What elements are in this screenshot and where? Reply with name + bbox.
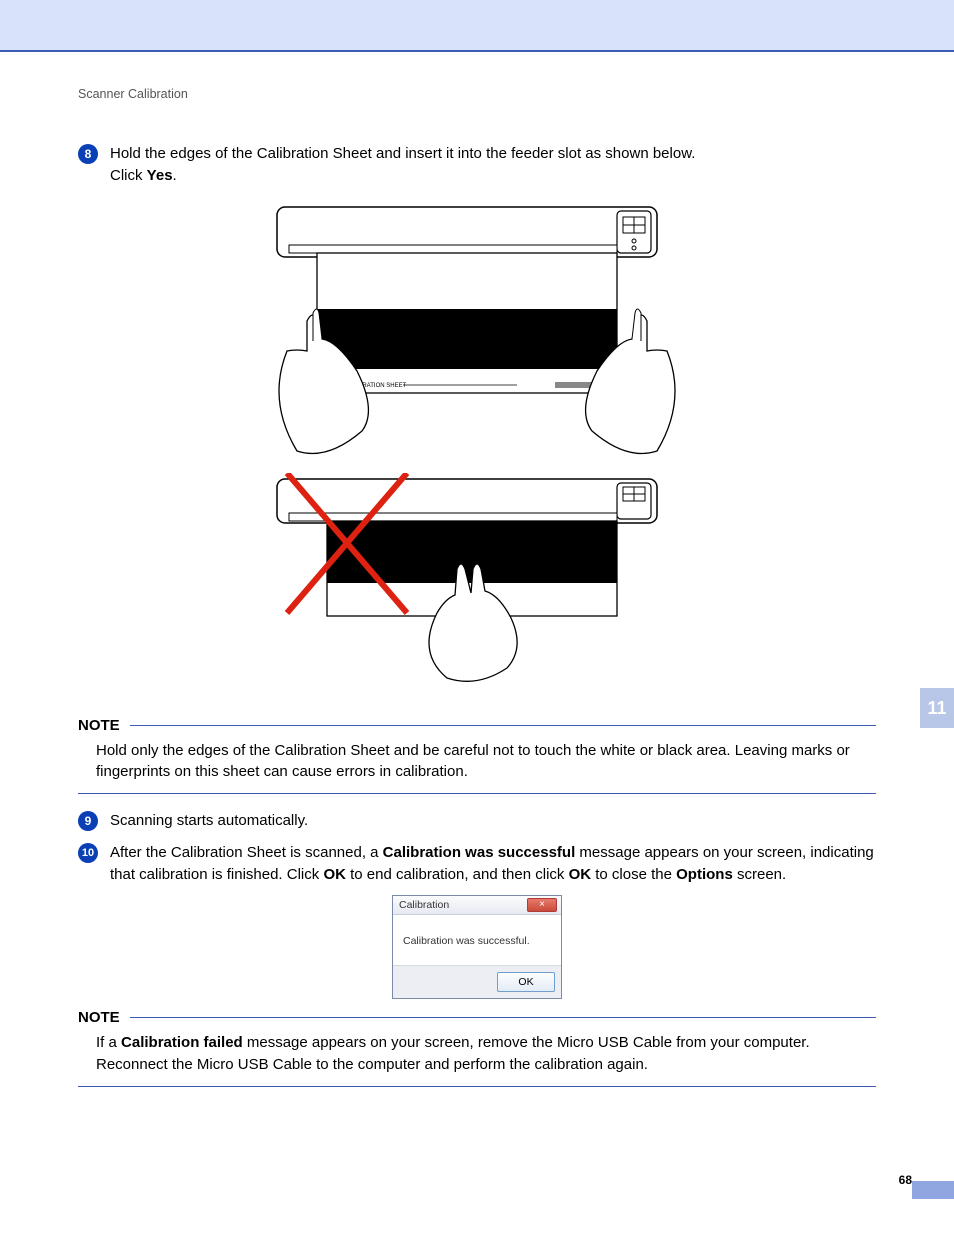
figure-incorrect [267,473,687,683]
note2-bold: Calibration failed [121,1034,243,1051]
note-2-close-line [78,1086,876,1087]
step-8-text: Hold the edges of the Calibration Sheet … [110,143,876,187]
step-badge-9: 9 [78,811,98,831]
step-8-bold: Yes [147,167,173,184]
dialog-screenshot: Calibration × Calibration was successful… [78,895,876,999]
note-2: NOTE If a Calibration failed message app… [78,1009,876,1087]
note-1: NOTE Hold only the edges of the Calibrat… [78,717,876,795]
s10-e: screen. [733,866,786,883]
breadcrumb: Scanner Calibration [78,87,876,101]
note-2-body: If a Calibration failed message appears … [78,1032,876,1076]
note-1-head: NOTE [78,717,876,734]
s10-bold-d: Options [676,866,733,883]
step-8-line2a: Click [110,167,147,184]
step-10-text: After the Calibration Sheet is scanned, … [110,842,876,886]
figure-correct: CALIBRATION SHEET [267,201,687,461]
s10-bold-b: OK [323,866,346,883]
header-bar [0,0,954,52]
chapter-tab: 11 [920,688,954,728]
step-badge-10: 10 [78,843,98,863]
step-8-line1: Hold the edges of the Calibration Sheet … [110,145,695,162]
s10-bold-c: OK [569,866,592,883]
note-2-label: NOTE [78,1009,120,1026]
note-2-head: NOTE [78,1009,876,1026]
step-badge-8: 8 [78,144,98,164]
page-number: 68 [899,1173,912,1187]
page-content: Scanner Calibration 8 Hold the edges of … [0,52,954,1087]
corner-tab [912,1181,954,1199]
step-8-line2c: . [173,167,177,184]
dialog-title-text: Calibration [399,899,449,911]
s10-c: to end calibration, and then click [346,866,569,883]
note-1-label: NOTE [78,717,120,734]
s10-bold-a: Calibration was successful [383,844,576,861]
figure-block: CALIBRATION SHEET [78,201,876,695]
note-1-close-line [78,793,876,794]
dialog-footer: OK [393,965,561,998]
note-1-body: Hold only the edges of the Calibration S… [78,740,876,784]
dialog-ok-button[interactable]: OK [497,972,555,992]
calibration-dialog: Calibration × Calibration was successful… [392,895,562,999]
note-2-line [130,1017,876,1018]
step-10: 10 After the Calibration Sheet is scanne… [78,842,876,886]
dialog-titlebar: Calibration × [393,896,561,915]
dialog-close-button[interactable]: × [527,898,557,912]
s10-a: After the Calibration Sheet is scanned, … [110,844,383,861]
step-9-text: Scanning starts automatically. [110,810,876,832]
note-1-line [130,725,876,726]
dialog-message: Calibration was successful. [393,915,561,965]
s10-d: to close the [591,866,676,883]
step-8: 8 Hold the edges of the Calibration Shee… [78,143,876,187]
step-9: 9 Scanning starts automatically. [78,810,876,832]
note2-a: If a [96,1034,121,1051]
